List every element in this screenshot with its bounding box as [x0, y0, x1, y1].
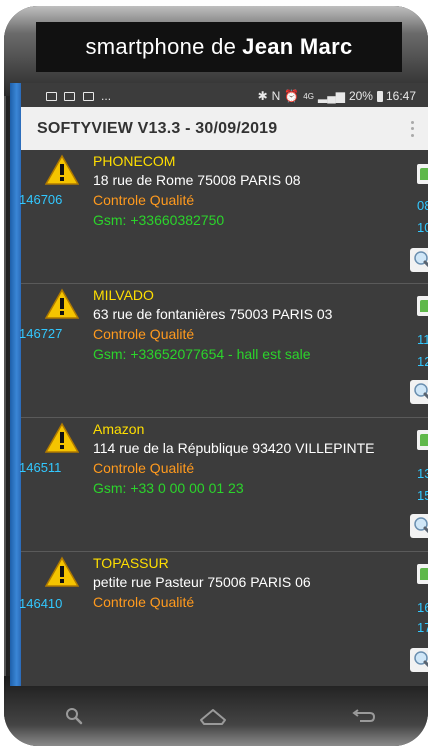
banner-prefix: smartphone de [85, 34, 237, 59]
item-start-time: 08:00 [417, 198, 428, 213]
item-end-time: 12:30 [417, 354, 428, 369]
item-type: Controle Qualité [93, 460, 195, 476]
mail-icon [46, 92, 57, 102]
item-gsm[interactable]: Gsm: +33652077654 - hall est sale [93, 346, 311, 362]
battery-icon [376, 90, 383, 102]
app-bar: SOFTYVIEW V13.3 - 30/09/2019 [21, 107, 428, 150]
zoom-button[interactable] [410, 648, 428, 672]
overflow-menu-icon[interactable] [406, 119, 418, 139]
item-id: 146706 [19, 192, 63, 207]
signal-icon: ▂▄▆ [317, 89, 345, 103]
map-icon[interactable] [417, 296, 428, 316]
map-icon[interactable] [417, 564, 428, 584]
item-id: 146511 [19, 460, 62, 475]
alarm-icon: ⏰ [284, 89, 300, 103]
android-nav-bar [0, 686, 430, 746]
item-start-time: 11:00 [417, 332, 428, 347]
status-right-icons: ✱ N ⏰ 4G ▂▄▆ 20% 16:47 [258, 89, 420, 103]
item-id: 146727 [19, 326, 63, 341]
network-label: 4G [303, 91, 314, 101]
item-start-time: 13:30 [417, 466, 428, 481]
battery-level: 20% [348, 89, 373, 103]
banner-owner: Jean Marc [242, 34, 353, 59]
map-icon[interactable] [417, 430, 428, 450]
item-address: 114 rue de la République 93420 VILLEPINT… [93, 440, 375, 456]
item-gsm[interactable]: Gsm: +33 0 00 00 01 23 [93, 480, 244, 496]
mail-icon [64, 92, 76, 102]
home-icon[interactable] [198, 704, 228, 728]
phone-screen: ... ✱ N ⏰ 4G ▂▄▆ 20% 16:47 SOFTYVIEW V13… [10, 83, 428, 686]
intervention-list: 146706 PHONECOM 18 rue de Rome 75008 PAR… [19, 150, 428, 686]
map-icon[interactable] [417, 164, 428, 184]
item-end-time: 10:00 [417, 220, 428, 235]
warning-icon [45, 422, 79, 453]
bluetooth-icon: ✱ [257, 89, 268, 103]
status-bar: ... ✱ N ⏰ 4G ▂▄▆ 20% 16:47 [46, 85, 428, 107]
list-item[interactable]: 146727 MILVADO 63 rue de fontanières 750… [19, 284, 428, 418]
list-item[interactable]: 146410 TOPASSUR petite rue Pasteur 75006… [19, 552, 428, 686]
image-icon [82, 92, 94, 102]
magnifier-icon [414, 251, 428, 268]
item-end-time: 17:15 [417, 620, 428, 635]
item-gsm[interactable]: Gsm: +33660382750 [93, 212, 224, 228]
app-title: SOFTYVIEW V13.3 - 30/09/2019 [37, 119, 278, 137]
item-address: petite rue Pasteur 75006 PARIS 06 [93, 574, 311, 590]
item-name: PHONECOM [93, 153, 176, 169]
magnifier-icon [414, 383, 428, 400]
item-name: TOPASSUR [93, 555, 169, 571]
status-ellipsis: ... [101, 89, 112, 103]
device-owner-banner: smartphone de Jean Marc [36, 22, 402, 72]
status-time: 16:47 [385, 89, 416, 103]
search-icon[interactable] [60, 704, 90, 728]
item-type: Controle Qualité [93, 326, 195, 342]
nfc-icon: N [271, 89, 281, 103]
item-address: 63 rue de fontanières 75003 PARIS 03 [93, 306, 333, 322]
warning-icon [45, 288, 79, 319]
zoom-button[interactable] [410, 514, 428, 538]
zoom-button[interactable] [410, 248, 428, 272]
item-name: MILVADO [93, 287, 154, 303]
warning-icon [45, 154, 79, 185]
status-left-icons: ... [46, 89, 115, 103]
item-id: 146410 [19, 596, 63, 611]
warning-icon [45, 556, 79, 587]
list-item[interactable]: 146706 PHONECOM 18 rue de Rome 75008 PAR… [19, 150, 428, 284]
item-address: 18 rue de Rome 75008 PARIS 08 [93, 172, 301, 188]
magnifier-icon [414, 651, 428, 668]
item-type: Controle Qualité [93, 192, 195, 208]
back-icon[interactable] [348, 704, 378, 728]
item-start-time: 16:15 [417, 600, 428, 615]
item-type: Controle Qualité [93, 594, 195, 610]
list-item[interactable]: 146511 Amazon 114 rue de la République 9… [19, 418, 428, 552]
item-name: Amazon [93, 421, 145, 437]
zoom-button[interactable] [410, 380, 428, 404]
item-end-time: 15:30 [417, 488, 428, 503]
magnifier-icon [414, 517, 428, 534]
